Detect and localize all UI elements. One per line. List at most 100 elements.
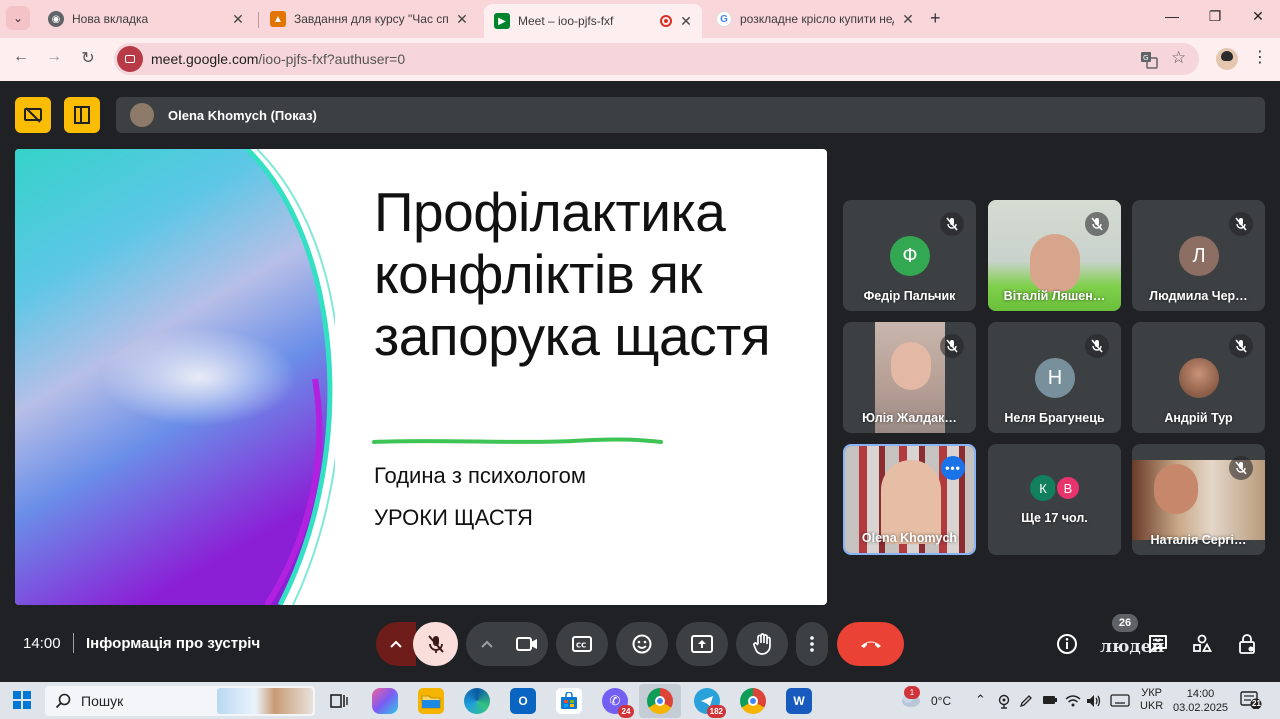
volume-icon[interactable] bbox=[1086, 694, 1102, 711]
viber-icon[interactable]: ✆ 24 bbox=[602, 688, 634, 718]
participant-tile[interactable]: Наталія Сергі… bbox=[1132, 444, 1265, 555]
meeting-details-link[interactable]: Інформація про зустріч bbox=[86, 635, 260, 652]
tab-search-chevron-icon[interactable]: ⌄ bbox=[6, 6, 30, 30]
tray-overflow-chevron-icon[interactable]: ⌃ bbox=[975, 692, 986, 708]
toggle-camera-button[interactable] bbox=[506, 622, 548, 666]
notifications-icon[interactable]: 21 bbox=[1240, 691, 1262, 710]
reload-icon[interactable]: ↻ bbox=[77, 48, 99, 68]
chrome-menu-icon[interactable]: ⋮ bbox=[1252, 47, 1268, 67]
file-explorer-icon[interactable] bbox=[418, 688, 444, 714]
task-view-icon[interactable] bbox=[326, 688, 352, 714]
copilot-icon[interactable] bbox=[372, 688, 398, 714]
taskbar-search-input[interactable]: Пошук bbox=[45, 686, 315, 716]
stop-presenting-icon[interactable] bbox=[15, 97, 51, 133]
weather-temp: 0°C bbox=[931, 694, 952, 708]
activities-icon[interactable] bbox=[1189, 631, 1215, 657]
close-tab-icon[interactable]: ✕ bbox=[900, 11, 916, 28]
tab-title: Завдання для курсу "Час спілк bbox=[294, 12, 448, 26]
raise-hand-button[interactable] bbox=[736, 622, 788, 666]
more-options-icon[interactable] bbox=[796, 622, 828, 666]
address-bar[interactable]: meet.google.com/ioo-pjfs-fxf?authuser=0 bbox=[114, 43, 1199, 75]
chrome-profile-icon[interactable] bbox=[740, 688, 766, 714]
slide-subtitle: Година з психологом bbox=[374, 463, 586, 488]
telegram-icon[interactable]: 182 bbox=[694, 688, 726, 718]
pen-tray-icon[interactable] bbox=[1019, 694, 1033, 711]
minimize-icon[interactable]: — bbox=[1162, 8, 1182, 24]
avatar: К bbox=[1030, 475, 1056, 501]
keyboard-icon[interactable] bbox=[1110, 694, 1130, 710]
windows-start-icon[interactable] bbox=[13, 691, 31, 709]
browser-toolbar: ← → ↻ meet.google.com/ioo-pjfs-fxf?authu… bbox=[0, 38, 1280, 81]
present-screen-button[interactable] bbox=[676, 622, 728, 666]
meeting-info-icon[interactable] bbox=[1054, 631, 1080, 657]
chrome-icon: ◉ bbox=[48, 11, 64, 27]
webcam-tray-icon[interactable] bbox=[998, 694, 1010, 713]
slide-subtitle-caps: УРОКИ ЩАСТЯ bbox=[374, 505, 533, 530]
participant-tile[interactable]: Юлія Жалдак… bbox=[843, 322, 976, 433]
more-options-icon[interactable]: ••• bbox=[941, 456, 965, 480]
windows-taskbar: Пошук O ✆ 24 182 W 1 0°C ⌃ УКР UKR 14:00… bbox=[0, 682, 1280, 719]
taskbar-clock[interactable]: 14:00 03.02.2025 bbox=[1173, 687, 1228, 715]
tab-new-tab[interactable]: ◉ Нова вкладка ✕ bbox=[38, 4, 254, 34]
close-tab-icon[interactable]: ✕ bbox=[230, 11, 246, 28]
video-settings-chevron-icon[interactable] bbox=[466, 622, 508, 666]
participant-name: Андрій Тур bbox=[1164, 411, 1233, 425]
tab-separator bbox=[258, 12, 259, 28]
participant-tile[interactable]: Н Неля Брагунець bbox=[988, 322, 1121, 433]
wifi-icon[interactable] bbox=[1065, 694, 1081, 711]
lang-line-1: УКР bbox=[1141, 687, 1162, 699]
participant-tile[interactable]: Андрій Тур bbox=[1132, 322, 1265, 433]
present-icon bbox=[691, 635, 713, 653]
avatar-photo bbox=[1179, 358, 1219, 398]
divider bbox=[73, 633, 74, 653]
profile-avatar[interactable] bbox=[1216, 48, 1238, 70]
avatar: Ф bbox=[890, 236, 930, 276]
bookmark-star-icon[interactable]: ☆ bbox=[1171, 48, 1186, 68]
new-tab-plus-icon[interactable]: + bbox=[930, 8, 941, 29]
clock-time: 14:00 bbox=[1186, 688, 1215, 700]
audio-settings-chevron-icon[interactable] bbox=[376, 622, 416, 666]
avatar: Н bbox=[1035, 358, 1075, 398]
leave-call-button[interactable] bbox=[837, 622, 904, 666]
microsoft-store-icon[interactable] bbox=[556, 688, 582, 714]
toggle-mic-button[interactable] bbox=[413, 622, 458, 666]
video-feed-face bbox=[891, 342, 931, 390]
battery-icon[interactable] bbox=[1042, 694, 1058, 709]
participant-name: Наталія Сергі… bbox=[1150, 533, 1247, 547]
recording-icon bbox=[660, 15, 672, 27]
participant-tile[interactable]: Віталій Ляшен… bbox=[988, 200, 1121, 311]
back-arrow-icon[interactable]: ← bbox=[10, 48, 32, 66]
captions-button[interactable]: CC bbox=[556, 622, 608, 666]
chat-icon[interactable] bbox=[1145, 631, 1171, 657]
close-tab-icon[interactable]: ✕ bbox=[454, 11, 470, 28]
outlook-icon[interactable]: O bbox=[510, 688, 536, 714]
svg-text:G: G bbox=[1143, 54, 1148, 62]
search-placeholder: Пошук bbox=[81, 693, 124, 709]
mic-off-icon bbox=[940, 334, 964, 358]
edge-icon[interactable] bbox=[464, 688, 490, 714]
translate-icon[interactable]: G bbox=[1140, 51, 1158, 73]
self-view-tile[interactable]: ••• Olena Khomych bbox=[843, 444, 976, 555]
participant-name: Неля Брагунець bbox=[1004, 411, 1105, 425]
host-controls-icon[interactable] bbox=[1234, 631, 1260, 657]
close-window-icon[interactable]: ✕ bbox=[1248, 8, 1268, 25]
weather-cloud-icon[interactable]: 1 bbox=[900, 686, 922, 708]
more-participants-tile[interactable]: К В Ще 17 чол. bbox=[988, 444, 1121, 555]
forward-arrow-icon[interactable]: → bbox=[43, 48, 65, 66]
pin-layout-icon[interactable] bbox=[64, 97, 100, 133]
maximize-icon[interactable]: ❐ bbox=[1205, 8, 1225, 25]
reactions-button[interactable] bbox=[616, 622, 668, 666]
close-tab-icon[interactable]: ✕ bbox=[678, 13, 694, 30]
meet-icon: ▶ bbox=[494, 13, 510, 29]
site-info-camera-icon[interactable] bbox=[117, 46, 143, 72]
participant-name: Olena Khomych bbox=[861, 531, 958, 545]
tab-meet[interactable]: ▶ Meet – ioo-pjfs-fxf ✕ bbox=[484, 4, 702, 38]
tab-classroom[interactable]: ▲ Завдання для курсу "Час спілк ✕ bbox=[260, 4, 478, 34]
participant-tile[interactable]: Л Людмила Чер… bbox=[1132, 200, 1265, 311]
word-icon[interactable]: W bbox=[786, 688, 812, 714]
chrome-icon[interactable] bbox=[647, 688, 673, 714]
participant-tile[interactable]: Ф Федір Пальчик bbox=[843, 200, 976, 311]
emoji-icon bbox=[632, 634, 652, 654]
tab-google-search[interactable]: G розкладне крісло купити недо ✕ bbox=[706, 4, 924, 34]
input-language[interactable]: УКР UKR bbox=[1140, 687, 1163, 713]
